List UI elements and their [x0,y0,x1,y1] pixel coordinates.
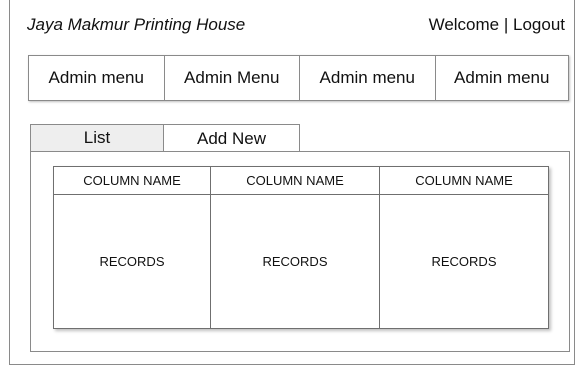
tab-strip: List Add New [30,124,300,152]
welcome-link[interactable]: Welcome [429,15,500,34]
admin-menu-item-1[interactable]: Admin menu [29,56,165,100]
table-column: COLUMN NAME RECORDS [211,167,380,328]
column-header[interactable]: COLUMN NAME [54,167,210,195]
admin-menu-bar: Admin menu Admin Menu Admin menu Admin m… [28,55,569,101]
page-top-edge [9,0,575,10]
records-table: COLUMN NAME RECORDS COLUMN NAME RECORDS … [53,166,549,329]
admin-menu-item-3[interactable]: Admin menu [300,56,436,100]
column-header[interactable]: COLUMN NAME [211,167,379,195]
admin-menu-item-2[interactable]: Admin Menu [165,56,300,100]
column-records: RECORDS [431,254,497,269]
column-records: RECORDS [99,254,165,269]
site-title: Jaya Makmur Printing House [27,15,246,34]
logout-link[interactable]: Logout [513,15,565,34]
user-links-separator: | [503,15,513,34]
table-column: COLUMN NAME RECORDS [54,167,211,328]
column-records: RECORDS [262,254,328,269]
admin-menu-item-4[interactable]: Admin menu [436,56,569,100]
user-links: Welcome | Logout [429,15,565,35]
table-column: COLUMN NAME RECORDS [380,167,548,328]
column-header[interactable]: COLUMN NAME [380,167,548,195]
tab-list[interactable]: List [30,124,164,152]
tab-add-new[interactable]: Add New [164,124,300,152]
